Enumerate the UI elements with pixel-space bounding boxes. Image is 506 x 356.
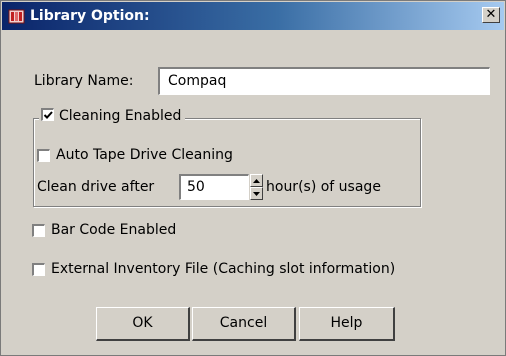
library-name-label: Library Name: [34, 73, 134, 89]
checkmark-icon [43, 111, 53, 119]
title-bar[interactable]: Library Option: ✕ [2, 2, 504, 30]
external-inventory-checkbox[interactable] [32, 263, 45, 276]
clean-hours-unit-label: hour(s) of usage [266, 179, 381, 195]
clean-hours-input[interactable]: 50 [179, 174, 249, 200]
cleaning-group-legend: Cleaning Enabled [39, 108, 186, 128]
spin-down-button[interactable] [250, 187, 263, 200]
arrow-down-icon [253, 192, 260, 196]
auto-tape-cleaning-checkbox[interactable] [37, 149, 50, 162]
clean-hours-spinner [250, 174, 263, 200]
arrow-up-icon [253, 179, 260, 183]
cleaning-enabled-label: Cleaning Enabled [59, 108, 182, 124]
library-option-dialog: Library Option: ✕ Library Name: Compaq C… [0, 0, 506, 356]
cleaning-enabled-checkbox[interactable] [41, 108, 54, 121]
library-app-icon [8, 8, 25, 25]
bar-code-label: Bar Code Enabled [51, 222, 177, 238]
auto-tape-cleaning-label: Auto Tape Drive Cleaning [56, 147, 233, 163]
cancel-button[interactable]: Cancel [192, 307, 296, 341]
library-name-input[interactable]: Compaq [158, 67, 490, 95]
spin-up-button[interactable] [250, 174, 263, 187]
clean-drive-after-label: Clean drive after [37, 179, 155, 195]
ok-button[interactable]: OK [96, 307, 190, 341]
window-title: Library Option: [30, 8, 150, 24]
bar-code-checkbox[interactable] [32, 224, 45, 237]
external-inventory-label: External Inventory File (Caching slot in… [51, 261, 396, 277]
close-button[interactable]: ✕ [482, 7, 500, 23]
close-icon: ✕ [485, 7, 497, 22]
help-button[interactable]: Help [299, 307, 395, 341]
